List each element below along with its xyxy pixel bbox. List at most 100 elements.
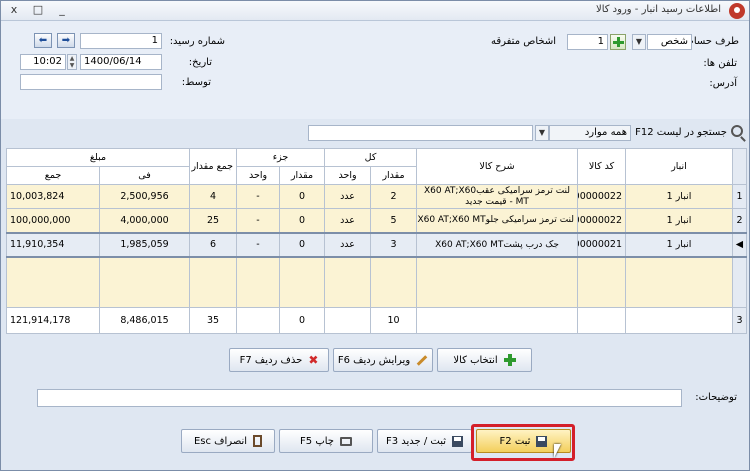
cell-code[interactable]: 900000022 (577, 184, 627, 209)
delete-row-button[interactable]: ✖ حذف ردیف F7 (229, 348, 329, 372)
col-warehouse[interactable]: انبار (625, 148, 734, 185)
save-new-button[interactable]: ثبت / جدید F3 (377, 429, 472, 453)
cell-empty[interactable] (370, 256, 418, 308)
print-label: چاپ F5 (300, 435, 334, 447)
table-row-empty[interactable] (5, 256, 748, 308)
cell-qty[interactable]: 2 (370, 184, 418, 209)
cell-sum-qty[interactable]: 4 (189, 184, 238, 209)
table-row[interactable]: 1 انبار 1 900000022 لنت ترمز سرامیکی عقب… (5, 184, 748, 209)
cell-part-unit[interactable]: - (236, 184, 281, 209)
cell-part-unit[interactable]: - (236, 208, 281, 233)
date-label: تاریخ: (188, 57, 212, 68)
receipt-window: اطلاعات رسید انبار - ورود کالا x □ _ طرف… (0, 0, 750, 471)
search-icon[interactable] (731, 125, 743, 137)
notes-input[interactable] (37, 389, 682, 407)
print-button[interactable]: چاپ F5 (279, 429, 373, 453)
edit-row-button[interactable]: ویرایش ردیف F6 (333, 348, 433, 372)
col-price[interactable]: فی (99, 166, 191, 185)
row-number: 2 (732, 208, 748, 233)
cell-total[interactable]: 100,000,000 (5, 208, 101, 233)
cell-desc[interactable]: لنت ترمز سرامیکی عقبX60 AT;X60 MT - قیمت… (416, 184, 579, 209)
cell-warehouse[interactable]: انبار 1 (625, 208, 734, 233)
cell-desc-line2: MT - قیمت جدید (465, 196, 529, 207)
cell-empty[interactable] (99, 256, 191, 308)
cell-empty[interactable] (416, 256, 579, 308)
cell-desc[interactable]: جک درب پشتX60 AT;X60 MT (416, 231, 579, 258)
cell-price[interactable]: 1,985,059 (99, 231, 191, 258)
footer-total-qty: 10 (370, 307, 418, 334)
col-total-qty[interactable]: مقدار (370, 166, 418, 185)
cell-empty[interactable] (625, 256, 734, 308)
chevron-down-icon[interactable]: ▼ (535, 125, 549, 141)
table-row[interactable]: 2 انبار 1 900000022 لنت ترمز سرامیکی جلو… (5, 208, 748, 233)
minimize-icon[interactable]: _ (55, 3, 69, 16)
cell-sum-qty[interactable]: 6 (189, 231, 238, 258)
next-record-icon[interactable]: ➡ (57, 33, 75, 48)
time-input[interactable]: 10:02 (20, 54, 66, 70)
chevron-down-icon[interactable]: ▼ (632, 34, 646, 50)
cell-code[interactable]: 900000022 (577, 208, 627, 233)
cancel-label: انصراف Esc (193, 435, 248, 447)
receipt-no-input[interactable]: 1 (80, 33, 162, 49)
maximize-icon[interactable]: □ (31, 3, 45, 16)
by-input[interactable] (20, 74, 162, 90)
cell-unit[interactable]: عدد (324, 208, 372, 233)
col-sum-qty[interactable]: جمع مقدار (189, 148, 238, 185)
by-label: توسط: (181, 77, 211, 88)
col-desc[interactable]: شرح کالا (416, 148, 579, 185)
col-total-unit[interactable]: واحد (324, 166, 372, 185)
cell-warehouse[interactable]: انبار 1 (625, 184, 734, 209)
cell-qty[interactable]: 3 (370, 231, 418, 258)
row-number (732, 256, 748, 308)
close-icon[interactable]: x (7, 3, 21, 16)
footer-price: 8,486,015 (99, 307, 191, 334)
search-label: جستجو در لیست F12 (635, 127, 727, 138)
cell-warehouse[interactable]: انبار 1 (625, 231, 734, 258)
cell-price[interactable]: 4,000,000 (99, 208, 191, 233)
search-filter-select[interactable]: همه موارد (549, 125, 631, 141)
row-pointer-icon: ◀ (735, 239, 744, 250)
cell-empty[interactable] (577, 256, 627, 308)
date-input[interactable]: 1400/06/14 (80, 54, 162, 70)
col-total[interactable]: جمع (5, 166, 101, 185)
table-row-selected[interactable]: ◀ 3 انبار 1 900000021 جک درب پشتX60 AT;X… (5, 231, 748, 258)
cell-qty[interactable]: 5 (370, 208, 418, 233)
cell-part-qty[interactable]: 0 (279, 184, 326, 209)
save-icon (452, 435, 464, 447)
time-spinner-icon[interactable]: ▲ ▼ (67, 54, 77, 70)
cell-part-unit[interactable]: - (236, 231, 281, 258)
cell-desc[interactable]: لنت ترمز سرامیکی جلوX60 AT;X60 MT (416, 208, 579, 233)
cell-empty[interactable] (189, 256, 238, 308)
cell-empty[interactable] (324, 256, 372, 308)
col-code[interactable]: کد کالا (577, 148, 627, 185)
add-account-icon[interactable] (610, 34, 626, 50)
notes-label: توضیحات: (695, 392, 737, 403)
footer-empty (236, 307, 281, 334)
cell-price[interactable]: 2,500,956 (99, 184, 191, 209)
cell-unit[interactable]: عدد (324, 231, 372, 258)
account-code-input[interactable]: 1 (567, 34, 608, 50)
cell-sum-qty[interactable]: 25 (189, 208, 238, 233)
edit-row-label: ویرایش ردیف F6 (337, 354, 411, 366)
cell-empty[interactable] (5, 256, 101, 308)
cell-empty[interactable] (279, 256, 326, 308)
footer-empty (324, 307, 372, 334)
cancel-button[interactable]: انصراف Esc (181, 429, 275, 453)
col-part-qty[interactable]: مقدار (279, 166, 326, 185)
account-type-select[interactable]: شخص (647, 34, 692, 50)
prev-record-icon[interactable]: ⬅ (34, 33, 52, 48)
col-part-unit[interactable]: واحد (236, 166, 281, 185)
row-number-header (732, 148, 748, 185)
pencil-icon (416, 354, 428, 366)
exit-door-icon (253, 435, 263, 447)
cell-part-qty[interactable]: 0 (279, 208, 326, 233)
cell-empty[interactable] (236, 256, 281, 308)
cell-total[interactable]: 10,003,824 (5, 184, 101, 209)
search-input[interactable] (308, 125, 533, 141)
cell-unit[interactable]: عدد (324, 184, 372, 209)
cell-total[interactable]: 11,910,354 (5, 231, 101, 258)
cell-part-qty[interactable]: 0 (279, 231, 326, 258)
select-item-button[interactable]: انتخاب کالا (437, 348, 532, 372)
cell-code[interactable]: 900000021 (577, 231, 627, 258)
delete-row-label: حذف ردیف F7 (239, 354, 303, 366)
